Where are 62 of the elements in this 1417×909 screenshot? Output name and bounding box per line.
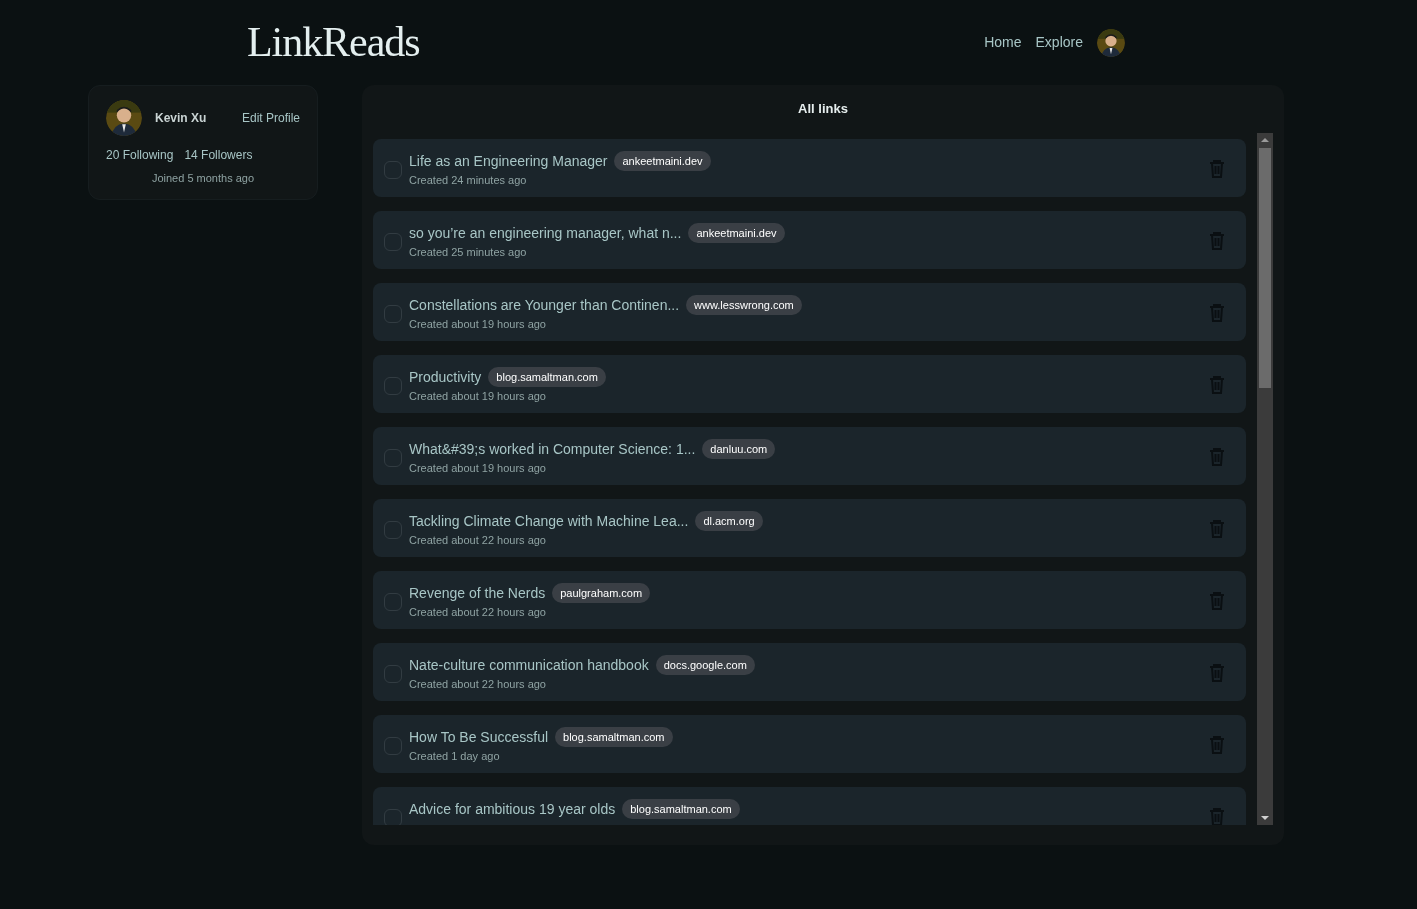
link-title[interactable]: Tackling Climate Change with Machine Lea... [409, 510, 689, 532]
link-title[interactable]: What&#39;s worked in Computer Science: 1... [409, 438, 696, 460]
link-card[interactable]: How To Be Successful blog.samaltman.com Created 1 day ago [373, 714, 1246, 773]
scroll-up-icon[interactable] [1261, 137, 1269, 142]
domain-tag: www.lesswrong.com [686, 294, 802, 316]
created-time: Created 24 minutes ago [409, 172, 528, 188]
domain-tag: blog.samaltman.com [622, 798, 740, 820]
domain-tag: blog.samaltman.com [488, 366, 606, 388]
domain-tag: danluu.com [702, 438, 776, 460]
link-title[interactable]: Revenge of the Nerds [409, 582, 546, 604]
created-time: Created about 19 hours ago [409, 316, 547, 332]
trash-icon[interactable] [1209, 519, 1225, 538]
link-card[interactable]: Revenge of the Nerds paulgraham.com Created about 22 hours ago [373, 570, 1246, 629]
link-title[interactable]: so you’re an engineering manager, what n... [409, 222, 682, 244]
edit-profile-link[interactable]: Edit Profile [241, 109, 300, 127]
domain-tag: ankeetmaini.dev [614, 150, 711, 172]
created-time: Created about 22 hours ago [409, 604, 547, 620]
created-time: Created about 22 hours ago [409, 676, 547, 692]
scrollbar[interactable] [1257, 132, 1273, 825]
trash-icon[interactable] [1209, 807, 1225, 825]
nav-link[interactable]: Home [984, 32, 1022, 53]
trash-icon[interactable] [1209, 447, 1225, 466]
link-card[interactable]: What&#39;s worked in Computer Science: 1... danluu.com Created about 19 hours ago [373, 426, 1246, 485]
panel-title: All links [797, 100, 849, 118]
created-time: Created 25 minutes ago [409, 244, 528, 260]
link-title[interactable]: Life as an Engineering Manager [409, 150, 608, 172]
created-time: Created about 19 hours ago [409, 460, 547, 476]
scroll-thumb[interactable] [1259, 147, 1271, 388]
created-time: Created about 22 hours ago [409, 532, 547, 548]
joined-date: Joined 5 months ago [150, 171, 256, 186]
trash-icon[interactable] [1209, 303, 1225, 322]
logo[interactable]: LinkReads [247, 11, 420, 74]
link-title[interactable]: Productivity [409, 366, 482, 388]
user-name: Kevin Xu [155, 110, 207, 127]
created-time: Created about 19 hours ago [409, 388, 547, 404]
link-card[interactable]: Tackling Climate Change with Machine Lea... dl.acm.org Created about 22 hours ago [373, 498, 1246, 557]
trash-icon[interactable] [1209, 735, 1225, 754]
domain-tag: ankeetmaini.dev [688, 222, 785, 244]
domain-tag: dl.acm.org [695, 510, 763, 532]
trash-icon[interactable] [1209, 375, 1225, 394]
nav-link[interactable]: Explore [1035, 32, 1083, 53]
link-title[interactable]: How To Be Successful [409, 726, 549, 748]
link-card[interactable]: Nate-culture communication handbook docs.google.com Created about 22 hours ago [373, 642, 1246, 701]
link-card[interactable]: so you’re an engineering manager, what n... ankeetmaini.dev Created 25 minutes ago [373, 210, 1246, 269]
link-title[interactable]: Nate-culture communication handbook [409, 654, 649, 676]
trash-icon[interactable] [1209, 663, 1225, 682]
link-card[interactable]: Constellations are Younger than Continen... www.lesswrong.com Created about 19 hours ago [373, 282, 1246, 341]
link-card[interactable]: Productivity blog.samaltman.com Created about 19 hours ago [373, 354, 1246, 413]
domain-tag: paulgraham.com [552, 582, 651, 604]
link-title[interactable]: Advice for ambitious 19 year olds [409, 798, 616, 820]
link-title[interactable]: Constellations are Younger than Continen... [409, 294, 680, 316]
following-count[interactable]: 20 Following [106, 146, 174, 164]
created-time: Created 1 day ago [409, 748, 501, 764]
domain-tag: docs.google.com [655, 654, 755, 676]
trash-icon[interactable] [1209, 231, 1225, 250]
followers-count[interactable]: 14 Followers [184, 146, 253, 164]
link-card[interactable]: Life as an Engineering Manager ankeetmaini.dev Created 24 minutes ago [373, 138, 1246, 197]
scroll-down-icon[interactable] [1261, 815, 1269, 820]
trash-icon[interactable] [1209, 159, 1225, 178]
domain-tag: blog.samaltman.com [555, 726, 673, 748]
link-card[interactable]: Advice for ambitious 19 year olds blog.samaltman.com [373, 786, 1246, 825]
trash-icon[interactable] [1209, 591, 1225, 610]
